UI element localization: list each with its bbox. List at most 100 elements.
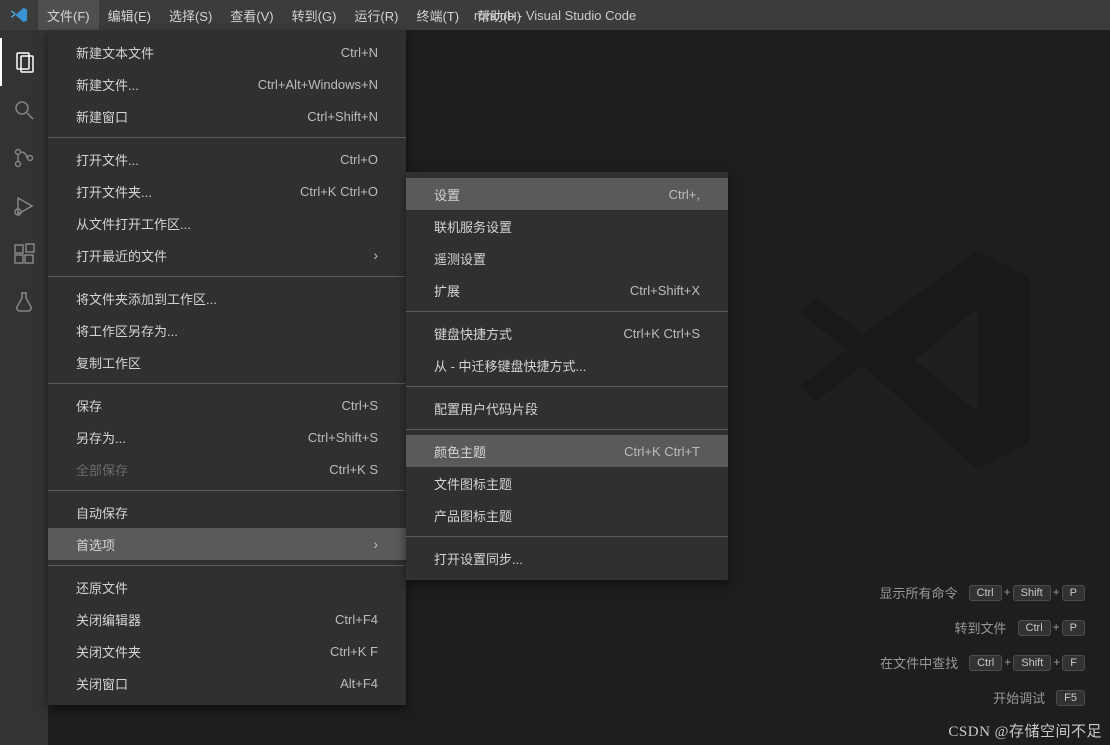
menu-item-label: 还原文件 [76, 578, 128, 597]
source-control-icon[interactable] [0, 134, 48, 182]
menu-item-shortcut: Ctrl+K Ctrl+O [300, 184, 378, 199]
menu-item[interactable]: 文件图标主题 [406, 467, 728, 499]
menu-bar: 文件(F)编辑(E)选择(S)查看(V)转到(G)运行(R)终端(T)帮助(H) [38, 0, 530, 30]
menu-separator [406, 386, 728, 387]
menu-item[interactable]: 新建文本文件Ctrl+N [48, 36, 406, 68]
shortcut-label: 在文件中查找 [880, 653, 958, 672]
menu-item[interactable]: 打开最近的文件› [48, 239, 406, 271]
menu-item[interactable]: 保存 Ctrl+S [48, 389, 406, 421]
keycap: Ctrl [1018, 620, 1051, 636]
menu-item[interactable]: 将文件夹添加到工作区... [48, 282, 406, 314]
menu-item[interactable]: 另存为... Ctrl+Shift+S [48, 421, 406, 453]
menu-item[interactable]: 打开文件夹...Ctrl+K Ctrl+O [48, 175, 406, 207]
menu-item-shortcut: Ctrl+K Ctrl+T [624, 444, 700, 459]
menu-item-label: 文件图标主题 [434, 474, 512, 493]
shortcut-label: 显示所有命令 [879, 583, 957, 602]
menu-item[interactable]: 新建窗口Ctrl+Shift+N [48, 100, 406, 132]
menu-item-label: 从 - 中迁移键盘快捷方式... [434, 356, 586, 375]
menu-item-label: 打开最近的文件 [76, 246, 167, 265]
menu-item-label: 全部保存 [76, 460, 128, 479]
menu-item-label: 遥测设置 [434, 249, 486, 268]
menu-item-label: 新建文件... [76, 75, 139, 94]
menu-item[interactable]: 从 - 中迁移键盘快捷方式... [406, 349, 728, 381]
menu-item-label: 首选项 [76, 535, 115, 554]
menu-item[interactable]: 关闭窗口Alt+F4 [48, 667, 406, 699]
keycap: Shift [1013, 655, 1051, 671]
menu-item-label: 保存 [76, 396, 102, 415]
menu-item-label: 扩展 [434, 281, 460, 300]
menu-item-label: 打开设置同步... [434, 549, 523, 568]
menu-item-shortcut: Ctrl+Shift+X [630, 283, 700, 298]
menu-item[interactable]: 首选项› [48, 528, 406, 560]
shortcut-row: 显示所有命令 Ctrl+Shift+P [879, 583, 1086, 602]
title-bar: 文件(F)编辑(E)选择(S)查看(V)转到(G)运行(R)终端(T)帮助(H)… [0, 0, 1110, 30]
preferences-submenu: 设置Ctrl+, 联机服务设置遥测设置扩展 Ctrl+Shift+X 键盘快捷方式 Ct… [406, 172, 728, 580]
run-debug-icon[interactable] [0, 182, 48, 230]
menu-item-label: 另存为... [76, 428, 126, 447]
file-menu-dropdown: 新建文本文件Ctrl+N新建文件...Ctrl+Alt+Windows+N新建窗… [48, 30, 406, 705]
menu-item-shortcut: Ctrl+K F [330, 644, 378, 659]
menu-separator [48, 565, 406, 566]
menu-item-label: 关闭文件夹 [76, 642, 141, 661]
extensions-icon[interactable] [0, 230, 48, 278]
shortcut-keys: Ctrl+P [1017, 619, 1086, 636]
menu-item[interactable]: 从文件打开工作区... [48, 207, 406, 239]
testing-icon[interactable] [0, 278, 48, 326]
menu-item[interactable]: 打开设置同步... [406, 542, 728, 574]
menu-item[interactable]: 全部保存 Ctrl+K S [48, 453, 406, 485]
menubar-item[interactable]: 终端(T) [407, 0, 468, 30]
menu-item[interactable]: 键盘快捷方式 Ctrl+K Ctrl+S [406, 317, 728, 349]
menu-item-shortcut: Ctrl+K Ctrl+S [623, 326, 700, 341]
menu-item[interactable]: 产品图标主题 [406, 499, 728, 531]
menu-item-label: 键盘快捷方式 [434, 324, 512, 343]
shortcut-keys: Ctrl+Shift+F [968, 654, 1086, 671]
menubar-item[interactable]: 查看(V) [221, 0, 282, 30]
menu-item[interactable]: 遥测设置 [406, 242, 728, 274]
menubar-item[interactable]: 编辑(E) [99, 0, 160, 30]
keycap: F [1062, 655, 1085, 671]
menu-item-shortcut: Ctrl+S [342, 398, 378, 413]
menu-item-label: 打开文件... [76, 150, 139, 169]
vscode-watermark-icon [790, 230, 1050, 490]
explorer-icon[interactable] [0, 38, 48, 86]
menu-item[interactable]: 还原文件 [48, 571, 406, 603]
menubar-item[interactable]: 文件(F) [38, 0, 99, 30]
menu-item[interactable]: 扩展 Ctrl+Shift+X [406, 274, 728, 306]
shortcut-keys: F5 [1055, 689, 1086, 706]
window-title: runoob - Visual Studio Code [474, 8, 636, 23]
menu-item[interactable]: 打开文件...Ctrl+O [48, 143, 406, 175]
menu-item-shortcut: Ctrl+Shift+S [308, 430, 378, 445]
keycap: P [1062, 585, 1085, 601]
shortcut-label: 开始调试 [993, 688, 1045, 707]
activity-bar [0, 30, 48, 745]
menu-item[interactable]: 配置用户代码片段 [406, 392, 728, 424]
menu-item[interactable]: 联机服务设置 [406, 210, 728, 242]
keycap: Shift [1013, 585, 1051, 601]
menu-separator [406, 536, 728, 537]
menu-item-label: 产品图标主题 [434, 506, 512, 525]
menubar-item[interactable]: 转到(G) [283, 0, 346, 30]
menu-item-label: 配置用户代码片段 [434, 399, 538, 418]
menu-item[interactable]: 设置Ctrl+, [406, 178, 728, 210]
menu-item[interactable]: 自动保存 [48, 496, 406, 528]
keycap: F5 [1056, 690, 1085, 706]
search-icon[interactable] [0, 86, 48, 134]
shortcut-row: 开始调试 F5 [879, 688, 1086, 707]
menu-item[interactable]: 关闭编辑器Ctrl+F4 [48, 603, 406, 635]
menu-item[interactable]: 将工作区另存为... [48, 314, 406, 346]
menubar-item[interactable]: 选择(S) [160, 0, 221, 30]
shortcut-keys: Ctrl+Shift+P [968, 584, 1087, 601]
menu-item[interactable]: 新建文件...Ctrl+Alt+Windows+N [48, 68, 406, 100]
menu-item-label: 联机服务设置 [434, 217, 512, 236]
menu-separator [406, 311, 728, 312]
vscode-logo-icon [10, 6, 28, 24]
welcome-shortcuts: 显示所有命令 Ctrl+Shift+P 转到文件Ctrl+P 在文件中查找 Ctrl+S… [879, 567, 1086, 707]
menu-separator [48, 383, 406, 384]
menu-item[interactable]: 复制工作区 [48, 346, 406, 378]
shortcut-row: 转到文件Ctrl+P [879, 618, 1086, 637]
menu-item[interactable]: 关闭文件夹 Ctrl+K F [48, 635, 406, 667]
menubar-item[interactable]: 运行(R) [345, 0, 407, 30]
menu-item[interactable]: 颜色主题Ctrl+K Ctrl+T [406, 435, 728, 467]
menu-item-shortcut: Ctrl+K S [329, 462, 378, 477]
keycap: Ctrl [969, 655, 1002, 671]
